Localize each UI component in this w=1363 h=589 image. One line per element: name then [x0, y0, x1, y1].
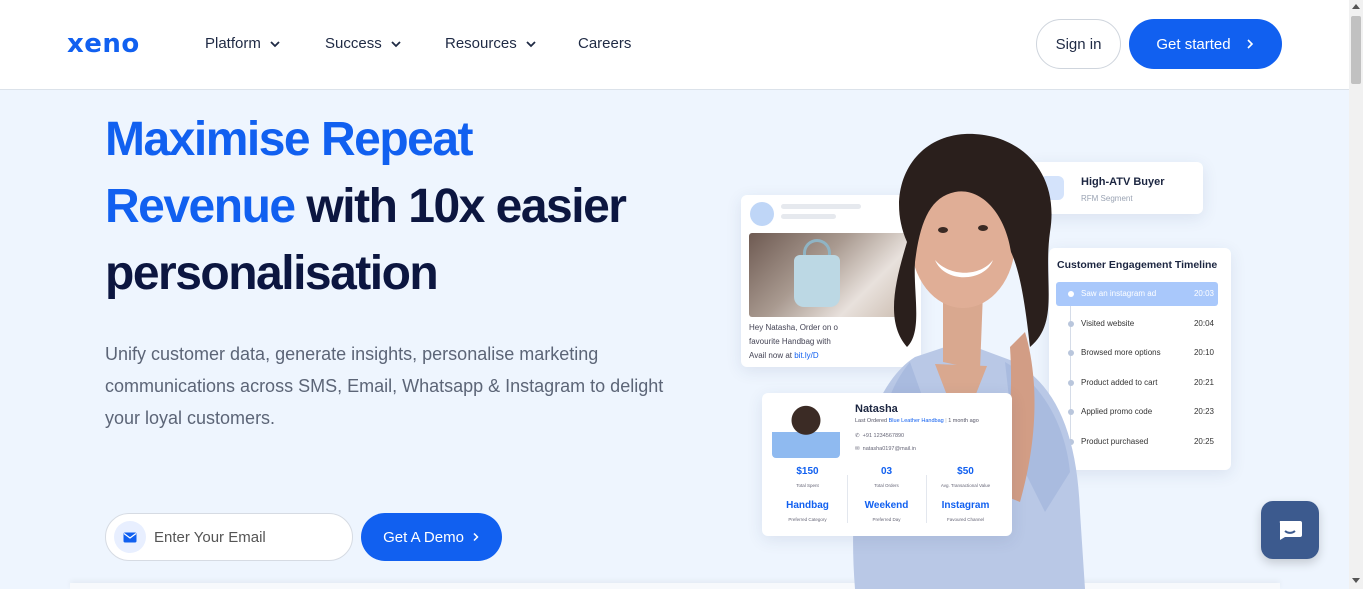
profile-stat: Instagram Favoured Channel — [926, 500, 1005, 522]
stat-label: Total Orders — [874, 483, 899, 488]
stat-value: Weekend — [864, 500, 909, 511]
email-field-wrapper[interactable] — [105, 513, 353, 561]
logo[interactable]: xeno — [67, 29, 140, 59]
profile-stat: $50 Avg. Transactional Value — [926, 466, 1005, 488]
page-scrollbar[interactable] — [1349, 0, 1363, 589]
profile-stats: $150 Total Spent 03 Total Orders $50 Avg… — [768, 463, 1006, 529]
site-header: xeno Platform Success Resources Careers … — [0, 0, 1349, 90]
nav-resources[interactable]: Resources — [445, 35, 537, 52]
last-ordered-when: 1 month ago — [948, 418, 979, 424]
get-demo-button[interactable]: Get A Demo — [361, 513, 502, 561]
message-line-3-prefix: Avail now at — [749, 351, 795, 360]
nav-careers[interactable]: Careers — [578, 35, 631, 52]
profile-email-value: natasha0197@mail.in — [862, 446, 916, 452]
nav-success-label: Success — [325, 35, 382, 52]
chat-widget-button[interactable] — [1261, 501, 1319, 559]
profile-name: Natasha — [855, 403, 898, 415]
chevron-down-icon — [391, 40, 401, 47]
profile-stat: Weekend Preferred Day — [847, 500, 926, 522]
avatar — [750, 202, 774, 226]
scroll-down-arrow-icon[interactable] — [1352, 578, 1360, 583]
stat-label: Preferred Category — [788, 517, 827, 522]
stat-label: Preferred Day — [872, 517, 901, 522]
stat-label: Favoured Channel — [946, 517, 985, 522]
profile-card: Natasha Last Ordered Blue Leather Handba… — [762, 393, 1012, 536]
timeline-event-time: 20:04 — [1193, 319, 1214, 328]
scroll-thumb[interactable] — [1351, 16, 1361, 84]
timeline-event-time: 20:21 — [1193, 378, 1214, 387]
timeline-event-time: 20:03 — [1193, 289, 1214, 298]
chevron-down-icon — [270, 40, 280, 47]
nav-platform-label: Platform — [205, 35, 261, 52]
nav-platform[interactable]: Platform — [205, 35, 281, 52]
stat-value: 03 — [880, 466, 893, 477]
profile-email: ✉ natasha0197@mail.in — [855, 446, 916, 452]
get-demo-label: Get A Demo — [383, 528, 464, 546]
chevron-right-icon — [1247, 39, 1253, 49]
email-field[interactable] — [154, 528, 344, 546]
profile-last-ordered: Last Ordered Blue Leather Handbag | 1 mo… — [855, 418, 979, 424]
hero-title-blue-1: Maximise Repeat — [105, 113, 474, 166]
timeline-event-time: 20:10 — [1193, 348, 1214, 357]
chevron-down-icon — [526, 40, 536, 47]
stat-value: $150 — [796, 466, 819, 477]
stat-value: Instagram — [941, 500, 990, 511]
chevron-right-icon — [473, 532, 479, 542]
hero-title: Maximise Repeat Revenue with 10x easier … — [105, 106, 705, 307]
last-ordered-item: Blue Leather Handbag — [888, 418, 944, 424]
get-started-label: Get started — [1156, 35, 1231, 53]
nav-success[interactable]: Success — [325, 35, 402, 52]
timeline-event-time: 20:25 — [1193, 437, 1214, 446]
scroll-up-arrow-icon[interactable] — [1352, 4, 1360, 9]
mail-icon: ✉ — [855, 446, 860, 452]
profile-avatar — [772, 400, 840, 458]
profile-phone-value: +91 1234567890 — [862, 433, 905, 439]
mail-icon — [114, 521, 146, 553]
get-started-button[interactable]: Get started — [1129, 19, 1282, 69]
hero-title-dark-1: with 10x easier — [294, 180, 627, 233]
hero-title-blue-2: Revenue — [105, 180, 296, 233]
chat-icon — [1279, 521, 1302, 540]
hero-title-dark-2: personalisation — [105, 247, 439, 300]
last-ordered-prefix: Last Ordered — [855, 418, 888, 424]
profile-stat: 03 Total Orders — [847, 466, 926, 488]
nav-resources-label: Resources — [445, 35, 517, 52]
stat-label: Total Spent — [796, 483, 819, 488]
stat-value: Handbag — [786, 500, 829, 511]
stat-value: $50 — [957, 466, 974, 477]
phone-icon: ✆ — [855, 433, 860, 439]
profile-stat: Handbag Preferred Category — [768, 500, 847, 522]
hero-subtitle: Unify customer data, generate insights, … — [105, 344, 664, 428]
timeline-event-time: 20:23 — [1193, 407, 1214, 416]
profile-stat: $150 Total Spent — [768, 466, 847, 488]
stat-label: Avg. Transactional Value — [940, 483, 991, 488]
profile-phone: ✆ +91 1234567890 — [855, 433, 904, 439]
sign-in-button[interactable]: Sign in — [1036, 19, 1121, 69]
nav-careers-label: Careers — [578, 35, 632, 52]
